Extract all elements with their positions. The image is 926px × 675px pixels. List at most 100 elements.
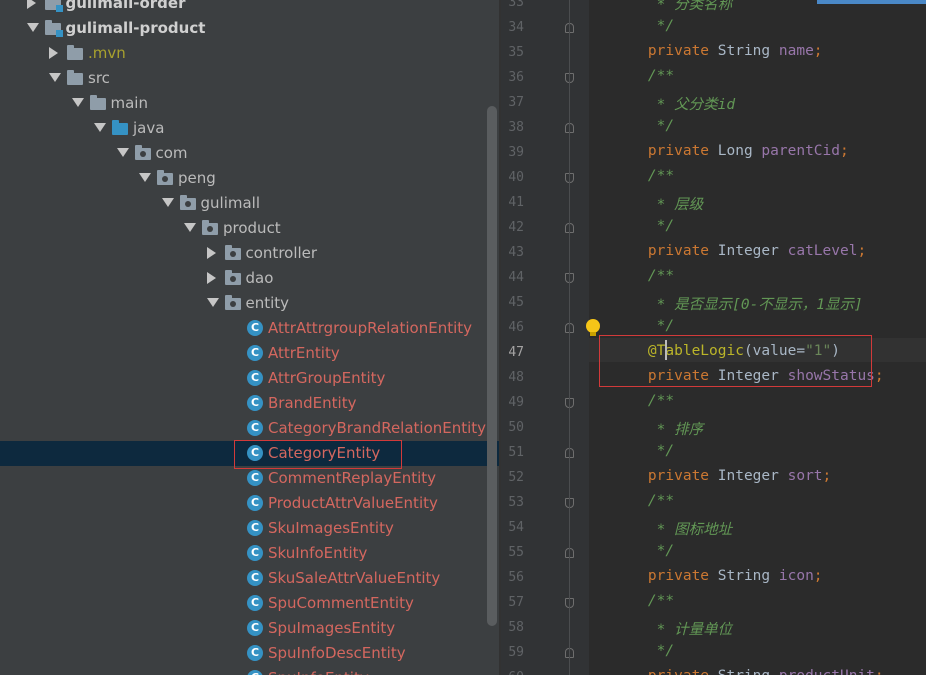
chevron-down-icon[interactable] <box>184 223 196 232</box>
editor-gutter[interactable]: 33 34 35 36 37 38 39 40 41 42 43 44 45 46 47 48 49 50 51 52… <box>501 0 589 675</box>
package-icon <box>134 145 151 160</box>
code-line[interactable]: */ <box>613 318 674 334</box>
tree-item-folder[interactable]: src <box>0 66 499 91</box>
tree-item-folder[interactable]: java <box>0 116 499 141</box>
tree-item-folder[interactable]: dao <box>0 266 499 291</box>
code-line[interactable]: private String name; <box>613 43 823 59</box>
code-line[interactable]: */ <box>613 443 674 459</box>
code-line[interactable]: * 计量单位 <box>613 618 732 639</box>
tree-item-folder[interactable]: entity <box>0 291 499 316</box>
code-line[interactable]: private Integer catLevel; <box>613 243 866 259</box>
class-icon: C <box>247 345 263 361</box>
chevron-right-icon[interactable] <box>206 247 216 259</box>
tree-item-class[interactable]: C SkuSaleAttrValueEntity <box>0 566 499 591</box>
tree-item-class[interactable]: C CategoryBrandRelationEntity <box>0 416 499 441</box>
tree-item-label: dao <box>245 269 274 287</box>
line-number: 35 <box>508 45 524 60</box>
line-number: 60 <box>501 670 524 675</box>
tree-item-label: gulimall-order <box>65 0 186 12</box>
tree-item-class[interactable]: C SpuInfoDescEntity <box>0 641 499 666</box>
tree-item-folder[interactable]: gulimall-order <box>0 0 499 16</box>
code-line[interactable]: /** <box>613 493 674 509</box>
project-tree-panel[interactable]: gulimall-order gulimall-product .mvn src mai… <box>0 0 499 675</box>
line-number: 44 <box>508 270 524 285</box>
tree-item-class[interactable]: C SpuCommentEntity <box>0 591 499 616</box>
tree-item-class[interactable]: C SkuInfoEntity <box>0 541 499 566</box>
tree-item-class[interactable]: C SkuImagesEntity <box>0 516 499 541</box>
package-icon <box>224 245 241 260</box>
line-number: 48 <box>508 370 524 385</box>
tree-item-label: src <box>88 69 110 87</box>
tree-item-class[interactable]: C BrandEntity <box>0 391 499 416</box>
chevron-down-icon[interactable] <box>139 173 151 182</box>
code-editor[interactable]: 33 34 35 36 37 38 39 40 41 42 43 44 45 46 47 48 49 50 51 52… <box>501 0 926 675</box>
line-number: 49 <box>508 395 524 410</box>
class-icon: C <box>247 620 263 636</box>
line-number: 36 <box>508 70 524 85</box>
tree-item-class[interactable]: C AttrAttrgroupRelationEntity <box>0 316 499 341</box>
chevron-down-icon[interactable] <box>26 23 39 32</box>
code-line[interactable]: * 层级 <box>613 193 703 214</box>
tree-item-folder[interactable]: main <box>0 91 499 116</box>
code-line[interactable]: /** <box>613 593 674 609</box>
tree-item-label: SpuInfoEntity <box>268 669 369 675</box>
line-number: 56 <box>508 570 524 585</box>
folder-icon <box>89 95 106 110</box>
code-line[interactable]: private Long parentCid; <box>613 143 849 159</box>
class-icon: C <box>247 395 263 411</box>
tree-item-folder[interactable]: controller <box>0 241 499 266</box>
code-line[interactable]: * 父分类id <box>613 93 735 114</box>
chevron-down-icon[interactable] <box>94 123 106 132</box>
tree-item-class[interactable]: C AttrEntity <box>0 341 499 366</box>
tree-item-label: gulimall-product <box>65 19 206 37</box>
code-line[interactable]: /** <box>613 268 674 284</box>
tree-item-folder[interactable]: peng <box>0 166 499 191</box>
tree-item-folder[interactable]: gulimall-product <box>0 16 499 41</box>
code-line[interactable]: */ <box>613 543 674 559</box>
line-number: 39 <box>508 145 524 160</box>
line-number: 37 <box>508 95 524 110</box>
tree-item-label: BrandEntity <box>268 394 357 412</box>
code-line[interactable]: private String icon; <box>613 568 823 584</box>
chevron-down-icon[interactable] <box>116 148 129 157</box>
tree-item-label: CommentReplayEntity <box>268 469 437 487</box>
tree-item-class[interactable]: C ProductAttrValueEntity <box>0 491 499 516</box>
code-line[interactable]: */ <box>613 218 674 234</box>
code-line[interactable]: * 图标地址 <box>613 518 732 539</box>
code-line[interactable]: */ <box>613 118 674 134</box>
code-line[interactable]: /** <box>613 68 674 84</box>
tree-item-label: ProductAttrValueEntity <box>268 494 438 512</box>
chevron-down-icon[interactable] <box>49 73 61 82</box>
code-line[interactable]: * 排序 <box>613 418 703 439</box>
lightbulb-icon[interactable] <box>586 319 600 336</box>
code-line[interactable]: /** <box>613 393 674 409</box>
chevron-right-icon[interactable] <box>26 0 36 9</box>
tree-item-label: SkuInfoEntity <box>268 544 368 562</box>
code-line[interactable]: private Integer sort; <box>613 468 831 484</box>
chevron-down-icon[interactable] <box>161 198 174 207</box>
code-line[interactable]: */ <box>613 643 674 659</box>
fold-guide <box>569 0 570 675</box>
code-line[interactable]: */ <box>613 18 674 34</box>
chevron-right-icon[interactable] <box>206 272 216 284</box>
class-icon: C <box>247 595 263 611</box>
line-number: 55 <box>508 545 524 560</box>
tree-item-folder[interactable]: .mvn <box>0 41 499 66</box>
chevron-down-icon[interactable] <box>206 298 219 307</box>
chevron-right-icon[interactable] <box>49 47 58 59</box>
tree-item-folder[interactable]: com <box>0 141 499 166</box>
tree-scrollbar[interactable] <box>487 106 497 626</box>
tree-item-class[interactable]: C CommentReplayEntity <box>0 466 499 491</box>
code-line[interactable]: /** <box>613 168 674 184</box>
tree-item-folder[interactable]: gulimall <box>0 191 499 216</box>
chevron-down-icon[interactable] <box>71 98 84 107</box>
code-line[interactable]: private String productUnit; <box>613 668 884 675</box>
code-line[interactable]: * 是否显示[0-不显示，1显示] <box>613 293 863 314</box>
tree-item-folder[interactable]: product <box>0 216 499 241</box>
tree-item-class[interactable]: C AttrGroupEntity <box>0 366 499 391</box>
line-number: 59 <box>508 645 524 660</box>
code-line[interactable]: * 分类名称 <box>613 0 732 14</box>
class-icon: C <box>247 320 263 336</box>
tree-item-class[interactable]: C SpuImagesEntity <box>0 616 499 641</box>
tree-item-class[interactable]: C SpuInfoEntity <box>0 666 499 675</box>
